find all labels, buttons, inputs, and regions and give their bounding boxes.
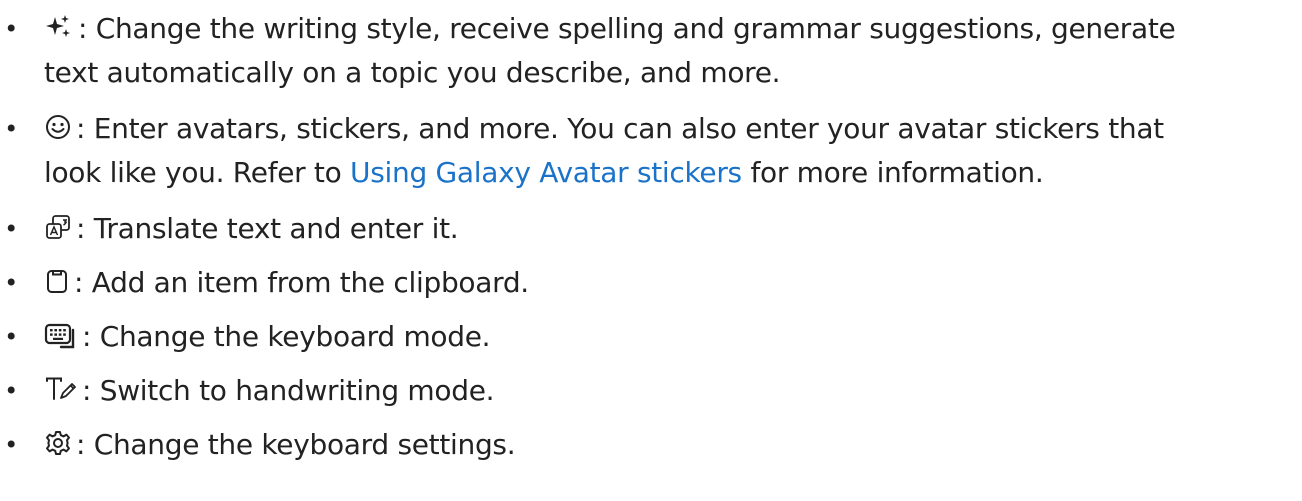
bullet: • (4, 431, 18, 459)
list-item-text: look like you. Refer to (44, 156, 351, 189)
keyboard-mode-icon (44, 321, 78, 349)
sparkle-icon (44, 13, 74, 41)
list-item-line: : Translate text and enter it. (44, 206, 459, 252)
list-item-text: : Change the keyboard mode. (82, 320, 491, 353)
bullet: • (4, 377, 18, 405)
list-item-text: : Switch to handwriting mode. (82, 374, 495, 407)
clipboard-icon (44, 267, 70, 295)
list-item-text: : Translate text and enter it. (76, 212, 459, 245)
list-item-line: : Enter avatars, stickers, and more. You… (44, 106, 1164, 152)
list-item-line: : Switch to handwriting mode. (44, 368, 495, 414)
list-item-text: for more information. (741, 156, 1044, 189)
list-item-text: : Enter avatars, stickers, and more. You… (76, 112, 1164, 145)
list-item-line: text automatically on a topic you descri… (44, 50, 781, 96)
list-item-line: : Change the writing style, receive spel… (44, 6, 1176, 52)
list-item-text: : Change the keyboard settings. (76, 428, 516, 461)
bullet: • (4, 115, 18, 143)
bullet: • (4, 323, 18, 351)
bullet: • (4, 215, 18, 243)
bullet: • (4, 269, 18, 297)
avatar-stickers-link[interactable]: Using Galaxy Avatar stickers (350, 156, 742, 189)
list-item-text: text automatically on a topic you descri… (44, 56, 781, 89)
list-item-text: : Add an item from the clipboard. (74, 266, 529, 299)
list-item-line: : Change the keyboard settings. (44, 422, 516, 468)
list-item-line: : Change the keyboard mode. (44, 314, 491, 360)
list-item-text: : Change the writing style, receive spel… (78, 12, 1176, 45)
bullet: • (4, 15, 18, 43)
smiley-icon (44, 113, 72, 141)
list-item-line: look like you. Refer to Using Galaxy Ava… (44, 150, 1044, 196)
translate-icon (44, 213, 72, 241)
list-item-line: : Add an item from the clipboard. (44, 260, 529, 306)
handwriting-icon (44, 375, 78, 403)
gear-icon (44, 429, 72, 457)
